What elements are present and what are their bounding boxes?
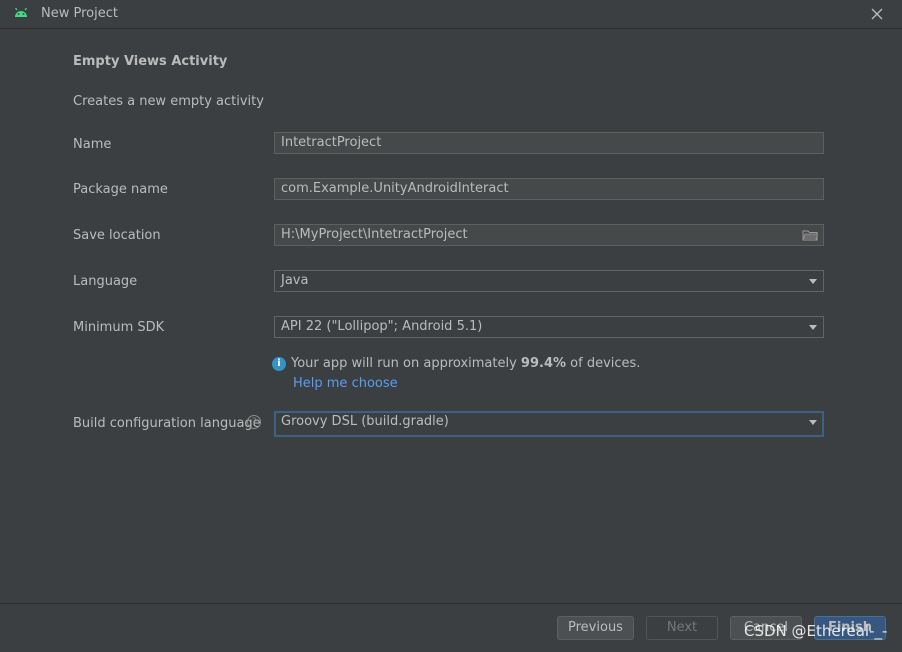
watermark: CSDN @Ethereal-_- [744, 622, 888, 640]
language-label: Language [73, 274, 138, 289]
name-label: Name [73, 137, 112, 152]
minimum-sdk-dropdown[interactable]: API 22 ("Lollipop"; Android 5.1) [274, 316, 824, 338]
chevron-down-icon [809, 325, 817, 330]
package-name-value: com.Example.UnityAndroidInteract [281, 181, 509, 196]
build-config-dropdown[interactable]: Groovy DSL (build.gradle) [274, 411, 824, 437]
info-icon: i [272, 357, 286, 371]
template-heading: Empty Views Activity [73, 54, 228, 69]
minimum-sdk-value: API 22 ("Lollipop"; Android 5.1) [281, 319, 483, 334]
folder-icon[interactable] [802, 229, 818, 241]
window-title: New Project [41, 6, 118, 21]
previous-button[interactable]: Previous [557, 616, 634, 640]
name-value: IntetractProject [281, 135, 382, 150]
build-config-value: Groovy DSL (build.gradle) [281, 414, 449, 429]
minimum-sdk-label: Minimum SDK [73, 320, 165, 335]
question-icon[interactable]: ? [247, 415, 261, 429]
coverage-percentage: 99.4% [520, 356, 567, 371]
next-button[interactable]: Next [646, 616, 718, 640]
chevron-down-icon [809, 279, 817, 284]
package-name-field[interactable]: com.Example.UnityAndroidInteract [274, 178, 824, 200]
language-dropdown[interactable]: Java [274, 270, 824, 292]
dialog-content: Empty Views Activity Creates a new empty… [0, 29, 902, 603]
package-name-label: Package name [73, 182, 168, 197]
save-location-label: Save location [73, 228, 161, 243]
chevron-down-icon [809, 420, 817, 425]
save-location-value: H:\MyProject\IntetractProject [281, 227, 468, 242]
help-me-choose-link[interactable]: Help me choose [293, 376, 398, 391]
title-bar: New Project [0, 0, 902, 29]
close-icon[interactable] [866, 4, 888, 24]
template-description: Creates a new empty activity [73, 94, 264, 109]
device-coverage-text: Your app will run on approximately 99.4%… [291, 356, 641, 371]
name-field[interactable]: IntetractProject [274, 132, 824, 154]
build-config-label: Build configuration language [73, 416, 261, 431]
save-location-field[interactable]: H:\MyProject\IntetractProject [274, 224, 824, 246]
android-icon [15, 7, 27, 17]
language-value: Java [281, 273, 309, 288]
